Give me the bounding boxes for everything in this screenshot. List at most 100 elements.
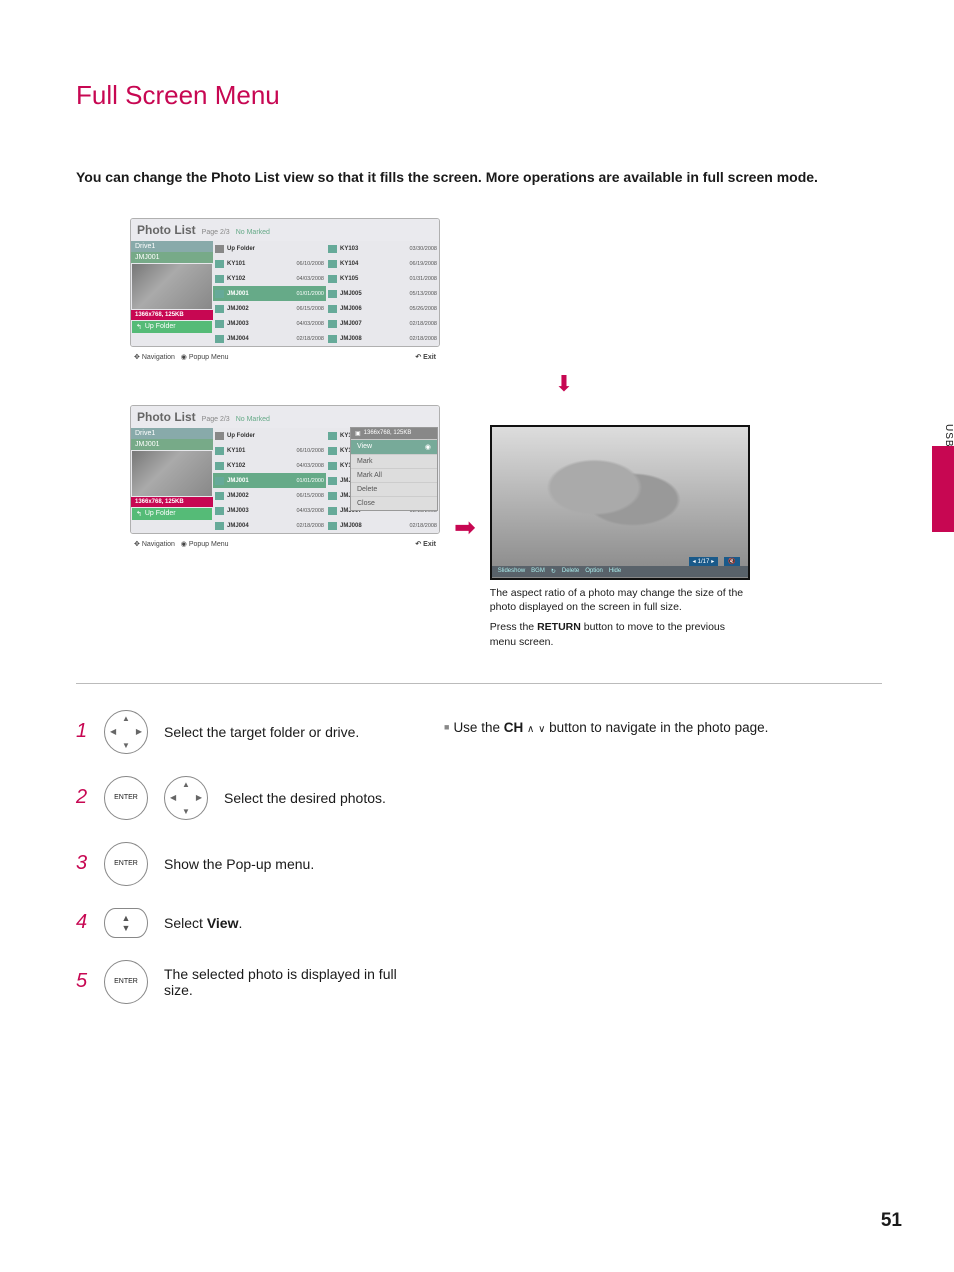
file-row[interactable]: KY10406/19/2008 <box>326 256 439 271</box>
osd-slideshow[interactable]: Slideshow <box>498 568 525 575</box>
intro-text: You can change the Photo List view so th… <box>76 167 882 188</box>
step-2: 2 ▲▼◀▶ Select the desired photos. <box>76 776 404 820</box>
file-row[interactable]: KY10106/10/2008 <box>213 256 326 271</box>
select-dot-icon: ◉ <box>425 443 431 451</box>
ok-icon: ◉ <box>181 354 187 361</box>
up-folder-icon: ↰ <box>136 323 142 331</box>
photo-icon <box>215 492 224 500</box>
photo-icon <box>328 507 337 515</box>
preview-thumbnail <box>132 264 212 309</box>
file-row[interactable]: KY10106/10/2008 <box>213 443 326 458</box>
bullet-icon: ■ <box>444 722 449 732</box>
step-4: 4 ▲▼ Select View. <box>76 908 404 938</box>
photo-list-panel-1: Photo List Page 2/3 No Marked Drive1 JMJ… <box>130 218 440 347</box>
heading-full-screen-menu: Full Screen Menu <box>76 80 882 111</box>
popup-item-markall[interactable]: Mark All <box>351 468 437 482</box>
file-row[interactable]: Up Folder <box>213 241 326 256</box>
panel-footer-1: ✥ Navigation ◉ Popup Menu ↶ Exit <box>130 347 440 363</box>
up-folder-button[interactable]: ↰Up Folder <box>132 321 212 333</box>
popup-menu: ▣1366x768, 125KB View◉ Mark Mark All Del… <box>350 427 438 511</box>
photo-icon <box>215 320 224 328</box>
file-row[interactable]: JMJ00206/15/2008 <box>213 301 326 316</box>
osd-bgm[interactable]: BGM <box>531 568 545 575</box>
photo-icon <box>215 507 224 515</box>
file-row[interactable]: KY10303/30/2008 <box>326 241 439 256</box>
file-row[interactable]: KY10204/03/2008 <box>213 458 326 473</box>
updown-button-icon: ▲▼ <box>104 908 148 938</box>
panel-footer-2: ✥ Navigation ◉ Popup Menu ↶ Exit <box>130 534 440 550</box>
file-row[interactable]: JMJ00101/01/2000 <box>213 473 326 488</box>
arrow-down-icon: ⬇ <box>246 371 882 397</box>
file-row[interactable]: JMJ00304/03/2008 <box>213 316 326 331</box>
step-1: 1 ▲▼◀▶ Select the target folder or drive… <box>76 710 404 754</box>
photo-icon <box>215 260 224 268</box>
dpad-icon: ▲▼◀▶ <box>104 710 148 754</box>
nav-icon: ✥ <box>134 354 140 361</box>
osd-controls: Slideshow BGM ↻ Delete Option Hide <box>492 566 748 577</box>
file-row[interactable]: JMJ00802/18/2008 <box>326 518 439 533</box>
file-row[interactable]: JMJ00702/18/2008 <box>326 316 439 331</box>
photo-icon <box>328 275 337 283</box>
popup-item-mark[interactable]: Mark <box>351 454 437 468</box>
osd-counter: ◂1/17▸ <box>689 557 719 566</box>
enter-button-icon <box>104 842 148 886</box>
photo-icon <box>328 432 337 440</box>
butterfly-photo <box>492 427 748 578</box>
photo-icon <box>215 305 224 313</box>
folder-icon <box>215 245 224 253</box>
file-row[interactable]: JMJ00206/15/2008 <box>213 488 326 503</box>
osd-delete[interactable]: Delete <box>562 568 579 575</box>
photo-icon <box>328 477 337 485</box>
tip-text: ■Use the CH ∧ ∨ button to navigate in th… <box>444 718 882 738</box>
photo-icon <box>328 290 337 298</box>
file-row[interactable]: JMJ00605/26/2008 <box>326 301 439 316</box>
popup-item-delete[interactable]: Delete <box>351 482 437 496</box>
popup-item-close[interactable]: Close <box>351 496 437 510</box>
down-chevron-icon: ∨ <box>538 724 545 735</box>
side-label: USB <box>943 424 954 448</box>
photo-icon <box>328 447 337 455</box>
photo-icon <box>215 275 224 283</box>
enter-button-icon <box>104 776 148 820</box>
file-row[interactable]: JMJ00101/01/2000 <box>213 286 326 301</box>
folder-icon <box>215 432 224 440</box>
photo-icon <box>328 492 337 500</box>
file-row[interactable]: JMJ00402/18/2008 <box>213 331 326 346</box>
photo-icon <box>328 305 337 313</box>
file-row[interactable]: JMJ00304/03/2008 <box>213 503 326 518</box>
photo-icon <box>215 462 224 470</box>
current-folder: JMJ001 <box>131 252 213 263</box>
file-row[interactable]: KY10501/31/2008 <box>326 271 439 286</box>
photo-icon <box>328 335 337 343</box>
file-row[interactable]: Up Folder <box>213 428 326 443</box>
panel-page: Page 2/3 <box>202 229 230 236</box>
osd-hide[interactable]: Hide <box>609 568 621 575</box>
up-folder-button[interactable]: ↰Up Folder <box>132 508 212 520</box>
file-row[interactable]: KY10204/03/2008 <box>213 271 326 286</box>
side-tab <box>932 446 954 532</box>
step-5: 5 The selected photo is displayed in ful… <box>76 960 404 1004</box>
photo-icon <box>328 320 337 328</box>
photo-icon <box>215 335 224 343</box>
panel-title: Photo List <box>137 223 196 237</box>
separator <box>76 683 882 684</box>
photo-icon <box>328 245 337 253</box>
file-row[interactable]: JMJ00505/13/2008 <box>326 286 439 301</box>
drive-label[interactable]: Drive1 <box>131 241 213 252</box>
page-number: 51 <box>881 1210 902 1232</box>
photo-icon <box>328 260 337 268</box>
file-row[interactable]: JMJ00402/18/2008 <box>213 518 326 533</box>
photo-icon <box>328 462 337 470</box>
osd-option[interactable]: Option <box>585 568 603 575</box>
exit-icon: ↶ <box>415 354 421 361</box>
tv-note-2: Press the RETURN button to move to the p… <box>490 620 750 648</box>
step-3: 3 Show the Pop-up menu. <box>76 842 404 886</box>
panel-nomarked: No Marked <box>236 229 270 236</box>
osd-rotate-icon[interactable]: ↻ <box>551 568 556 575</box>
file-row[interactable]: JMJ00802/18/2008 <box>326 331 439 346</box>
tv-note-1: The aspect ratio of a photo may change t… <box>490 586 750 614</box>
photo-icon <box>215 447 224 455</box>
photo-icon <box>215 290 224 298</box>
popup-item-view[interactable]: View◉ <box>351 439 437 454</box>
dpad-icon: ▲▼◀▶ <box>164 776 208 820</box>
